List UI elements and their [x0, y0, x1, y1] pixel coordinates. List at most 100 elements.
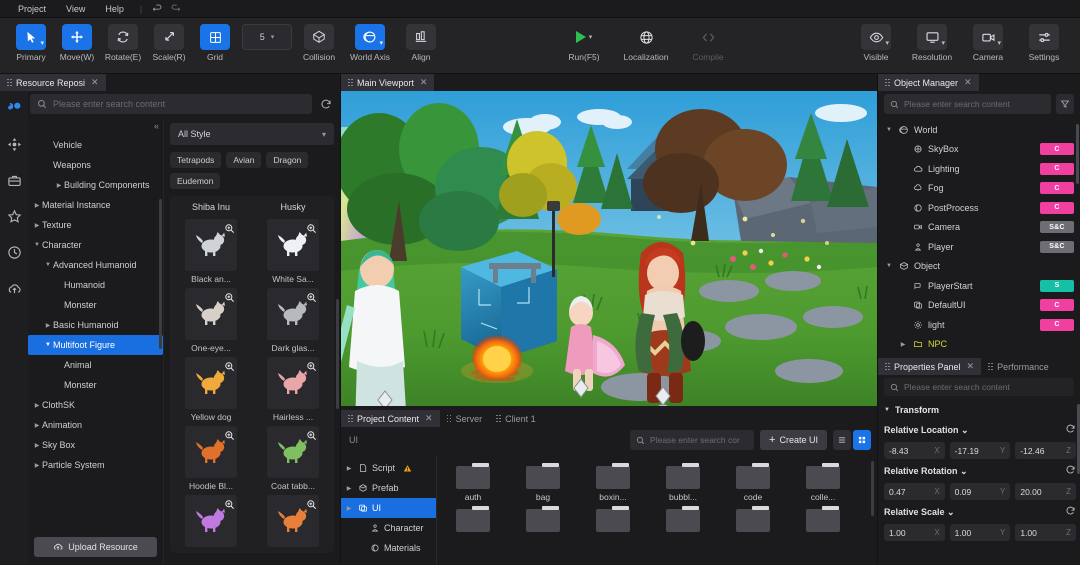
disclosure-arrow-icon[interactable]: ▶: [32, 422, 42, 429]
resource-tree-item[interactable]: Weapons: [28, 155, 163, 175]
vector-axis-input[interactable]: -8.43 X: [884, 442, 945, 459]
refresh-icon[interactable]: [318, 96, 334, 112]
folder-item[interactable]: [447, 506, 499, 532]
folder-item[interactable]: boxin...: [587, 463, 639, 502]
category-chip[interactable]: Avian: [226, 152, 262, 168]
rail-favorites[interactable]: [3, 205, 25, 227]
magnifier-icon[interactable]: [306, 428, 317, 440]
disclosure-arrow-icon[interactable]: ▼: [884, 263, 894, 269]
folder-item[interactable]: bag: [517, 463, 569, 502]
tool-world-axis[interactable]: ▾ World Axis: [342, 24, 398, 62]
resource-tree-item[interactable]: Vehicle: [28, 135, 163, 155]
disclosure-arrow-icon[interactable]: ▼: [43, 342, 53, 348]
status-badge[interactable]: S: [1040, 279, 1074, 292]
resource-tree-item[interactable]: ▼ Character: [28, 235, 163, 255]
folder-item[interactable]: [517, 506, 569, 532]
status-badge[interactable]: C: [1040, 318, 1074, 331]
property-label[interactable]: Relative Scale ⌄: [884, 507, 955, 518]
viewport-3d-scene[interactable]: [341, 91, 877, 406]
tool-camera[interactable]: ▾ Camera: [960, 24, 1016, 62]
close-icon[interactable]: ✕: [420, 77, 428, 88]
status-badge[interactable]: S&C: [1040, 221, 1074, 234]
resource-tree-item[interactable]: Monster: [28, 375, 163, 395]
magnifier-icon[interactable]: [306, 221, 317, 233]
content-tree-item[interactable]: ▶ Prefab: [341, 478, 436, 498]
grid-size-select[interactable]: 5 ▾: [242, 24, 292, 50]
magnifier-icon[interactable]: [224, 428, 235, 440]
object-tree-item[interactable]: Lighting C: [882, 159, 1074, 179]
status-badge[interactable]: C: [1040, 162, 1074, 175]
tool-align[interactable]: Align: [398, 24, 444, 62]
tool-scale[interactable]: Scale(R): [146, 24, 192, 62]
resource-search-input[interactable]: Please enter search content: [30, 94, 312, 114]
tool-compile[interactable]: Compile: [680, 24, 736, 62]
folder-item[interactable]: [727, 506, 779, 532]
files-scrollbar[interactable]: [871, 461, 874, 516]
grid-view-icon[interactable]: [853, 430, 871, 450]
resource-tree-item[interactable]: ▶ Texture: [28, 215, 163, 235]
object-tree-item[interactable]: SkyBox C: [882, 140, 1074, 160]
disclosure-arrow-icon[interactable]: ▶: [898, 341, 908, 348]
reset-circular-arrow-icon[interactable]: [1065, 464, 1076, 478]
category-chip[interactable]: Eudemon: [170, 173, 221, 189]
tab-main-viewport[interactable]: Main Viewport ✕: [341, 74, 435, 91]
folder-item[interactable]: [587, 506, 639, 532]
resource-card[interactable]: Dark glas...: [258, 288, 328, 353]
reset-circular-arrow-icon[interactable]: [1065, 505, 1076, 519]
tab-server[interactable]: Server: [439, 410, 490, 427]
tool-collision[interactable]: Collision: [296, 24, 342, 62]
resource-card[interactable]: Hoodie Bl...: [176, 426, 246, 491]
resource-card[interactable]: [176, 495, 246, 547]
resource-tree-item[interactable]: Monster: [28, 295, 163, 315]
magnifier-icon[interactable]: [224, 359, 235, 371]
content-tree-item[interactable]: Character: [341, 518, 436, 538]
rail-recent[interactable]: [3, 241, 25, 263]
tab-resource-repository[interactable]: Resource Reposi ✕: [0, 74, 106, 91]
rail-resource-library[interactable]: [3, 97, 25, 119]
tab-properties-panel[interactable]: Properties Panel ✕: [878, 358, 982, 375]
category-chip[interactable]: Dragon: [266, 152, 309, 168]
object-tree-item[interactable]: PostProcess C: [882, 198, 1074, 218]
vector-axis-input[interactable]: 20.00 Z: [1015, 483, 1076, 500]
disclosure-arrow-icon[interactable]: ▶: [32, 202, 42, 209]
menu-item-help[interactable]: Help: [95, 0, 134, 18]
style-filter-select[interactable]: All Style ▾: [170, 123, 334, 145]
resource-tree-item[interactable]: ▶ Basic Humanoid: [28, 315, 163, 335]
object-tree-scrollbar[interactable]: [1076, 124, 1079, 184]
object-tree-item[interactable]: Fog C: [882, 179, 1074, 199]
object-tree-item[interactable]: ▼ World: [882, 120, 1074, 140]
reset-circular-arrow-icon[interactable]: [1065, 423, 1076, 437]
resource-tree-item[interactable]: ▼ Multifoot Figure: [28, 335, 163, 355]
vector-axis-input[interactable]: -12.46 Z: [1015, 442, 1076, 459]
vector-axis-input[interactable]: 1.00 Z: [1015, 524, 1076, 541]
create-ui-button[interactable]: + Create UI: [760, 430, 827, 450]
disclosure-arrow-icon[interactable]: ▶: [344, 485, 354, 492]
property-label[interactable]: Relative Rotation ⌄: [884, 466, 968, 477]
folder-item[interactable]: auth: [447, 463, 499, 502]
tab-performance[interactable]: Performance: [981, 358, 1056, 375]
rail-move-gizmo[interactable]: [3, 133, 25, 155]
vector-axis-input[interactable]: 0.47 X: [884, 483, 945, 500]
content-search-input[interactable]: Please enter search cor: [630, 430, 755, 450]
resource-card[interactable]: Black an...: [176, 219, 246, 284]
object-tree-item[interactable]: ▼ Object: [882, 257, 1074, 277]
resource-tree-item[interactable]: ▼ Advanced Humanoid: [28, 255, 163, 275]
menu-item-project[interactable]: Project: [8, 0, 56, 18]
tab-client-1[interactable]: Client 1: [489, 410, 543, 427]
vector-axis-input[interactable]: 1.00 X: [884, 524, 945, 541]
folder-item[interactable]: [657, 506, 709, 532]
resource-card[interactable]: Coat tabb...: [258, 426, 328, 491]
tool-run[interactable]: ▾ Run(F5): [556, 24, 612, 62]
resource-tree-item[interactable]: ▶ Building Components: [28, 175, 163, 195]
disclosure-arrow-icon[interactable]: ▶: [344, 465, 354, 472]
tab-project-content[interactable]: Project Content ✕: [341, 410, 440, 427]
object-tree-item[interactable]: Camera S&C: [882, 218, 1074, 238]
tool-localization[interactable]: Localization: [618, 24, 674, 62]
resource-tree-item[interactable]: ▶ Animation: [28, 415, 163, 435]
object-tree-item[interactable]: ▶ NPC: [882, 335, 1074, 355]
rail-toolbox[interactable]: [3, 169, 25, 191]
resource-card[interactable]: Yellow dog: [176, 357, 246, 422]
resource-card[interactable]: [258, 495, 328, 547]
tool-visible[interactable]: ▾ Visible: [848, 24, 904, 62]
properties-search-input[interactable]: Please enter search content: [884, 378, 1074, 396]
